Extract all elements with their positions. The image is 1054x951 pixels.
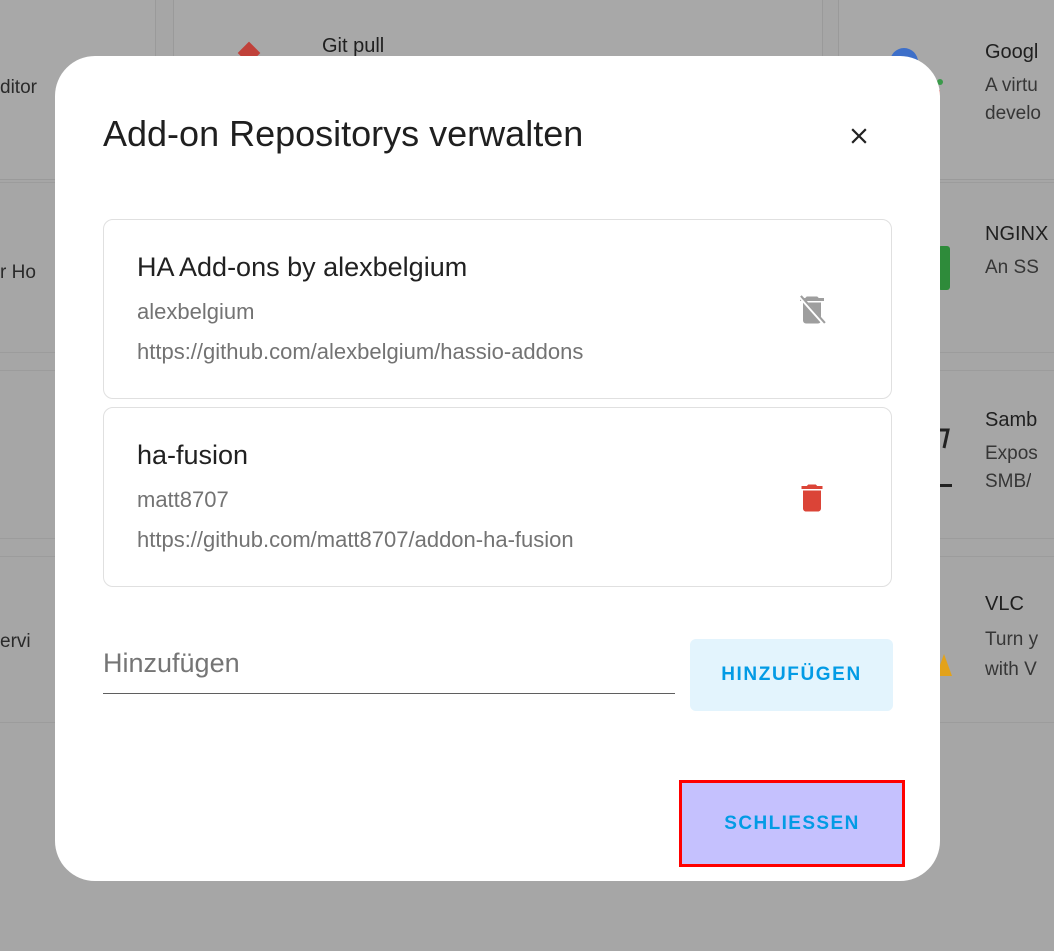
repository-name: HA Add-ons by alexbelgium: [137, 252, 468, 282]
add-repository-input[interactable]: [103, 640, 675, 693]
samba-icon: [940, 428, 952, 487]
store-card-title: Googl: [985, 41, 1039, 63]
repository-url: https://github.com/matt8707/addon-ha-fus…: [137, 527, 574, 552]
store-card-description: SMB/: [985, 471, 1032, 492]
store-card-title: ervi: [0, 631, 31, 652]
store-card-description: develo: [985, 103, 1041, 124]
store-card-title: NGINX: [985, 223, 1049, 245]
manage-repositories-dialog: Add-on Repositorys verwalten HA Add-ons …: [55, 56, 940, 881]
repository-name: ha-fusion: [137, 440, 249, 470]
close-button[interactable]: SCHLIESSEN: [679, 780, 905, 867]
store-card-title: VLC: [985, 593, 1024, 615]
close-icon: [851, 128, 867, 144]
close-dialog-button[interactable]: [835, 112, 883, 160]
delete-icon: [801, 484, 823, 512]
store-card-description: Expos: [985, 443, 1038, 464]
store-card-title: r Ho: [0, 262, 36, 283]
store-card-description: A virtu: [985, 75, 1038, 96]
repository-maintainer: matt8707: [137, 487, 229, 512]
repository-item: ha-fusion matt8707 https://github.com/ma…: [103, 407, 892, 587]
store-card-description: An SS: [985, 257, 1039, 278]
store-card-description: with V: [985, 659, 1037, 680]
dialog-title: Add-on Repositorys verwalten: [103, 113, 584, 154]
delete-off-icon: [798, 295, 826, 325]
store-card-title: ditor: [0, 77, 37, 98]
store-card-description: Turn y: [985, 629, 1039, 650]
delete-repository-button[interactable]: [788, 474, 836, 522]
add-repository-button[interactable]: HINZUFÜGEN: [690, 639, 893, 711]
store-card-title: Samb: [985, 409, 1038, 431]
repository-maintainer: alexbelgium: [137, 299, 255, 324]
store-card-title: Git pull: [322, 35, 385, 57]
add-repository-field[interactable]: [103, 640, 675, 694]
delete-repository-button-disabled: [788, 286, 836, 334]
repository-item: HA Add-ons by alexbelgium alexbelgium ht…: [103, 219, 892, 399]
repository-url: https://github.com/alexbelgium/hassio-ad…: [137, 339, 584, 364]
nginx-icon: [938, 246, 950, 290]
